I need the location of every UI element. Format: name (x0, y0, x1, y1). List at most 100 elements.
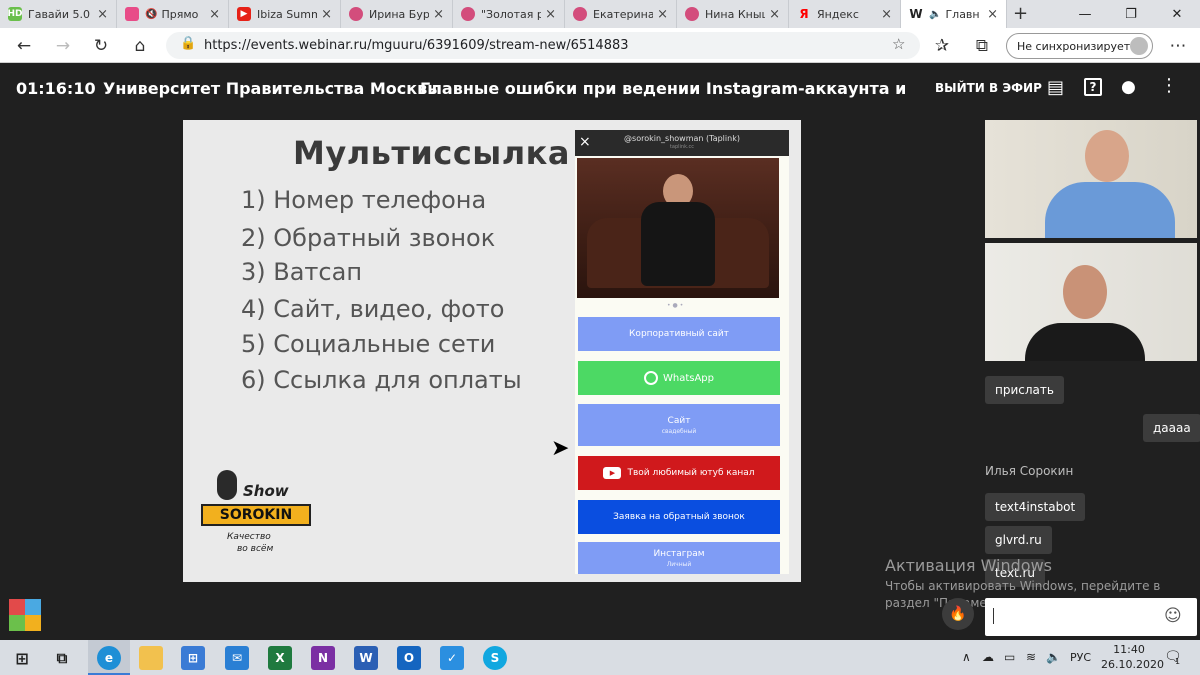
tab-label: Екатерина . (593, 7, 654, 21)
new-tab-button[interactable]: + (1013, 3, 1028, 24)
browser-tab-active[interactable]: W 🔈 Главн × (901, 0, 1007, 28)
excel-icon[interactable]: X (268, 646, 292, 670)
browser-tab[interactable]: ▶ Ibiza Summ × (229, 0, 341, 28)
browser-tab[interactable]: HD Гавайи 5.0 × (0, 0, 117, 28)
user-icon[interactable]: ● (1121, 77, 1136, 97)
tab-favicon (125, 7, 139, 21)
tab-label: Ирина Бур (369, 7, 430, 21)
chat-message: glvrd.ru (985, 526, 1052, 554)
browser-tab[interactable]: Екатерина . × (565, 0, 677, 28)
lock-icon[interactable]: 🔒 (180, 36, 196, 51)
outlook-icon[interactable]: O (397, 646, 421, 670)
collections-icon[interactable]: ⧉ (970, 34, 994, 58)
person-shirt (1025, 323, 1145, 361)
webinar-icon: W (909, 7, 923, 21)
battery-icon[interactable]: ▭ (1004, 650, 1015, 664)
logo-top-text: Show (243, 482, 289, 500)
phone-button-sublabel: свадебный (661, 427, 697, 435)
todo-icon[interactable]: ✓ (440, 646, 464, 670)
phone-subhandle: taplink.cc (669, 144, 695, 150)
close-icon[interactable]: × (209, 7, 220, 22)
menu-dots-icon[interactable]: ⋮ (1160, 75, 1178, 96)
mail-icon[interactable]: ✉ (225, 646, 249, 670)
phone-button-label: Корпоративный сайт (629, 329, 729, 339)
slide-title: Мультиссылка (293, 134, 570, 172)
language-indicator[interactable]: РУС (1070, 651, 1091, 664)
edge-icon[interactable]: e (97, 646, 121, 670)
store-icon[interactable]: ⊞ (181, 646, 205, 670)
windows-start-icon[interactable]: ⊞ (10, 646, 34, 670)
heart-icon (349, 7, 363, 21)
chat-input[interactable]: ☺ (985, 598, 1197, 636)
heart-icon (461, 7, 475, 21)
tray-chevron-icon[interactable]: ∧ (962, 650, 971, 664)
phone-button-label: Твой любимый ютуб канал (627, 468, 755, 478)
webinar-header: 01:16:10 Университет Правительства Москв… (0, 63, 1200, 113)
go-live-button[interactable]: ВЫЙТИ В ЭФИР (935, 81, 1042, 95)
slide-list-item: 6) Ссылка для оплаты (241, 366, 522, 394)
close-icon[interactable]: × (545, 7, 556, 22)
slide-list-item: 3) Ватсап (241, 258, 363, 286)
close-icon[interactable]: × (433, 7, 444, 22)
mute-icon[interactable]: 🔇 (145, 9, 157, 20)
url-text[interactable]: https://events.webinar.ru/mguuru/6391609… (204, 38, 629, 53)
wifi-icon[interactable]: ≋ (1026, 650, 1036, 664)
close-icon[interactable]: × (321, 7, 332, 22)
close-window-icon[interactable]: ✕ (1154, 0, 1200, 28)
participant-video-1[interactable] (985, 120, 1197, 238)
phone-button-corporate-site: Корпоративный сайт (578, 317, 780, 351)
yandex-icon: Я (799, 7, 809, 21)
text-cursor (993, 608, 994, 624)
sync-button[interactable]: Не синхронизируется (1006, 33, 1153, 59)
mouse-cursor-icon: ➤ (551, 436, 570, 461)
participant-video-2[interactable] (985, 243, 1197, 361)
browser-tab[interactable]: Нина Кныш × (677, 0, 789, 28)
browser-tab[interactable]: 🔇 Прямо × (117, 0, 229, 28)
onenote-icon[interactable]: N (311, 646, 335, 670)
organizer-name: Университет Правительства Москвы (103, 79, 442, 98)
tab-favicon: HD (7, 7, 23, 21)
phone-button-label: Заявка на обратный звонок (613, 512, 745, 522)
url-bar[interactable]: 🔒 https://events.webinar.ru/mguuru/63916… (166, 32, 920, 59)
tab-label: "Золотая р (481, 7, 542, 21)
back-icon[interactable]: ← (12, 34, 36, 58)
favorite-star-icon[interactable]: ☆ (892, 35, 905, 53)
minimize-icon[interactable]: — (1062, 0, 1108, 28)
skype-icon[interactable]: S (483, 646, 507, 670)
phone-button-label: Инстаграм (653, 548, 705, 559)
file-explorer-icon[interactable] (139, 646, 163, 670)
chat-icon[interactable]: ▤ (1047, 77, 1064, 98)
task-view-icon[interactable]: ⧉ (50, 646, 74, 670)
word-icon[interactable]: W (354, 646, 378, 670)
browser-tab[interactable]: "Золотая р × (453, 0, 565, 28)
close-icon[interactable]: × (987, 7, 998, 22)
taplink-phone-screenshot: × @sorokin_showman (Taplink) taplink.cc … (575, 130, 789, 574)
browser-tab[interactable]: Я Яндекс × (789, 0, 901, 28)
speaker-icon[interactable]: 🔈 (929, 9, 941, 20)
logo-square (25, 599, 41, 615)
close-icon[interactable]: × (97, 7, 108, 22)
logo-square (25, 615, 41, 631)
emoji-icon[interactable]: ☺ (1164, 606, 1182, 626)
refresh-icon[interactable]: ↻ (89, 34, 113, 58)
forward-icon[interactable]: → (51, 34, 75, 58)
phone-button-label: Сайт (667, 415, 691, 426)
slide-list-item: 2) Обратный звонок (241, 224, 496, 252)
microphone-icon (217, 470, 237, 500)
favorites-icon[interactable]: ✰ (930, 34, 954, 58)
close-icon[interactable]: × (881, 7, 892, 22)
home-icon[interactable]: ⌂ (128, 34, 152, 58)
fire-reaction-button[interactable]: 🔥 (942, 598, 974, 630)
clock-time[interactable]: 11:40 (1110, 643, 1148, 656)
close-icon[interactable]: × (657, 7, 668, 22)
clock-date[interactable]: 26.10.2020 (1101, 658, 1164, 671)
sorokin-show-logo: Show SOROKIN Качество во всём (197, 468, 315, 568)
onedrive-icon[interactable]: ☁ (982, 650, 994, 664)
volume-icon[interactable]: 🔈 (1046, 650, 1061, 664)
more-icon[interactable]: ⋯ (1166, 34, 1190, 58)
question-icon[interactable]: ? (1084, 78, 1102, 96)
person-head (1063, 265, 1107, 319)
browser-tab[interactable]: Ирина Бур × (341, 0, 453, 28)
close-icon[interactable]: × (769, 7, 780, 22)
maximize-icon[interactable]: ❐ (1108, 0, 1154, 28)
